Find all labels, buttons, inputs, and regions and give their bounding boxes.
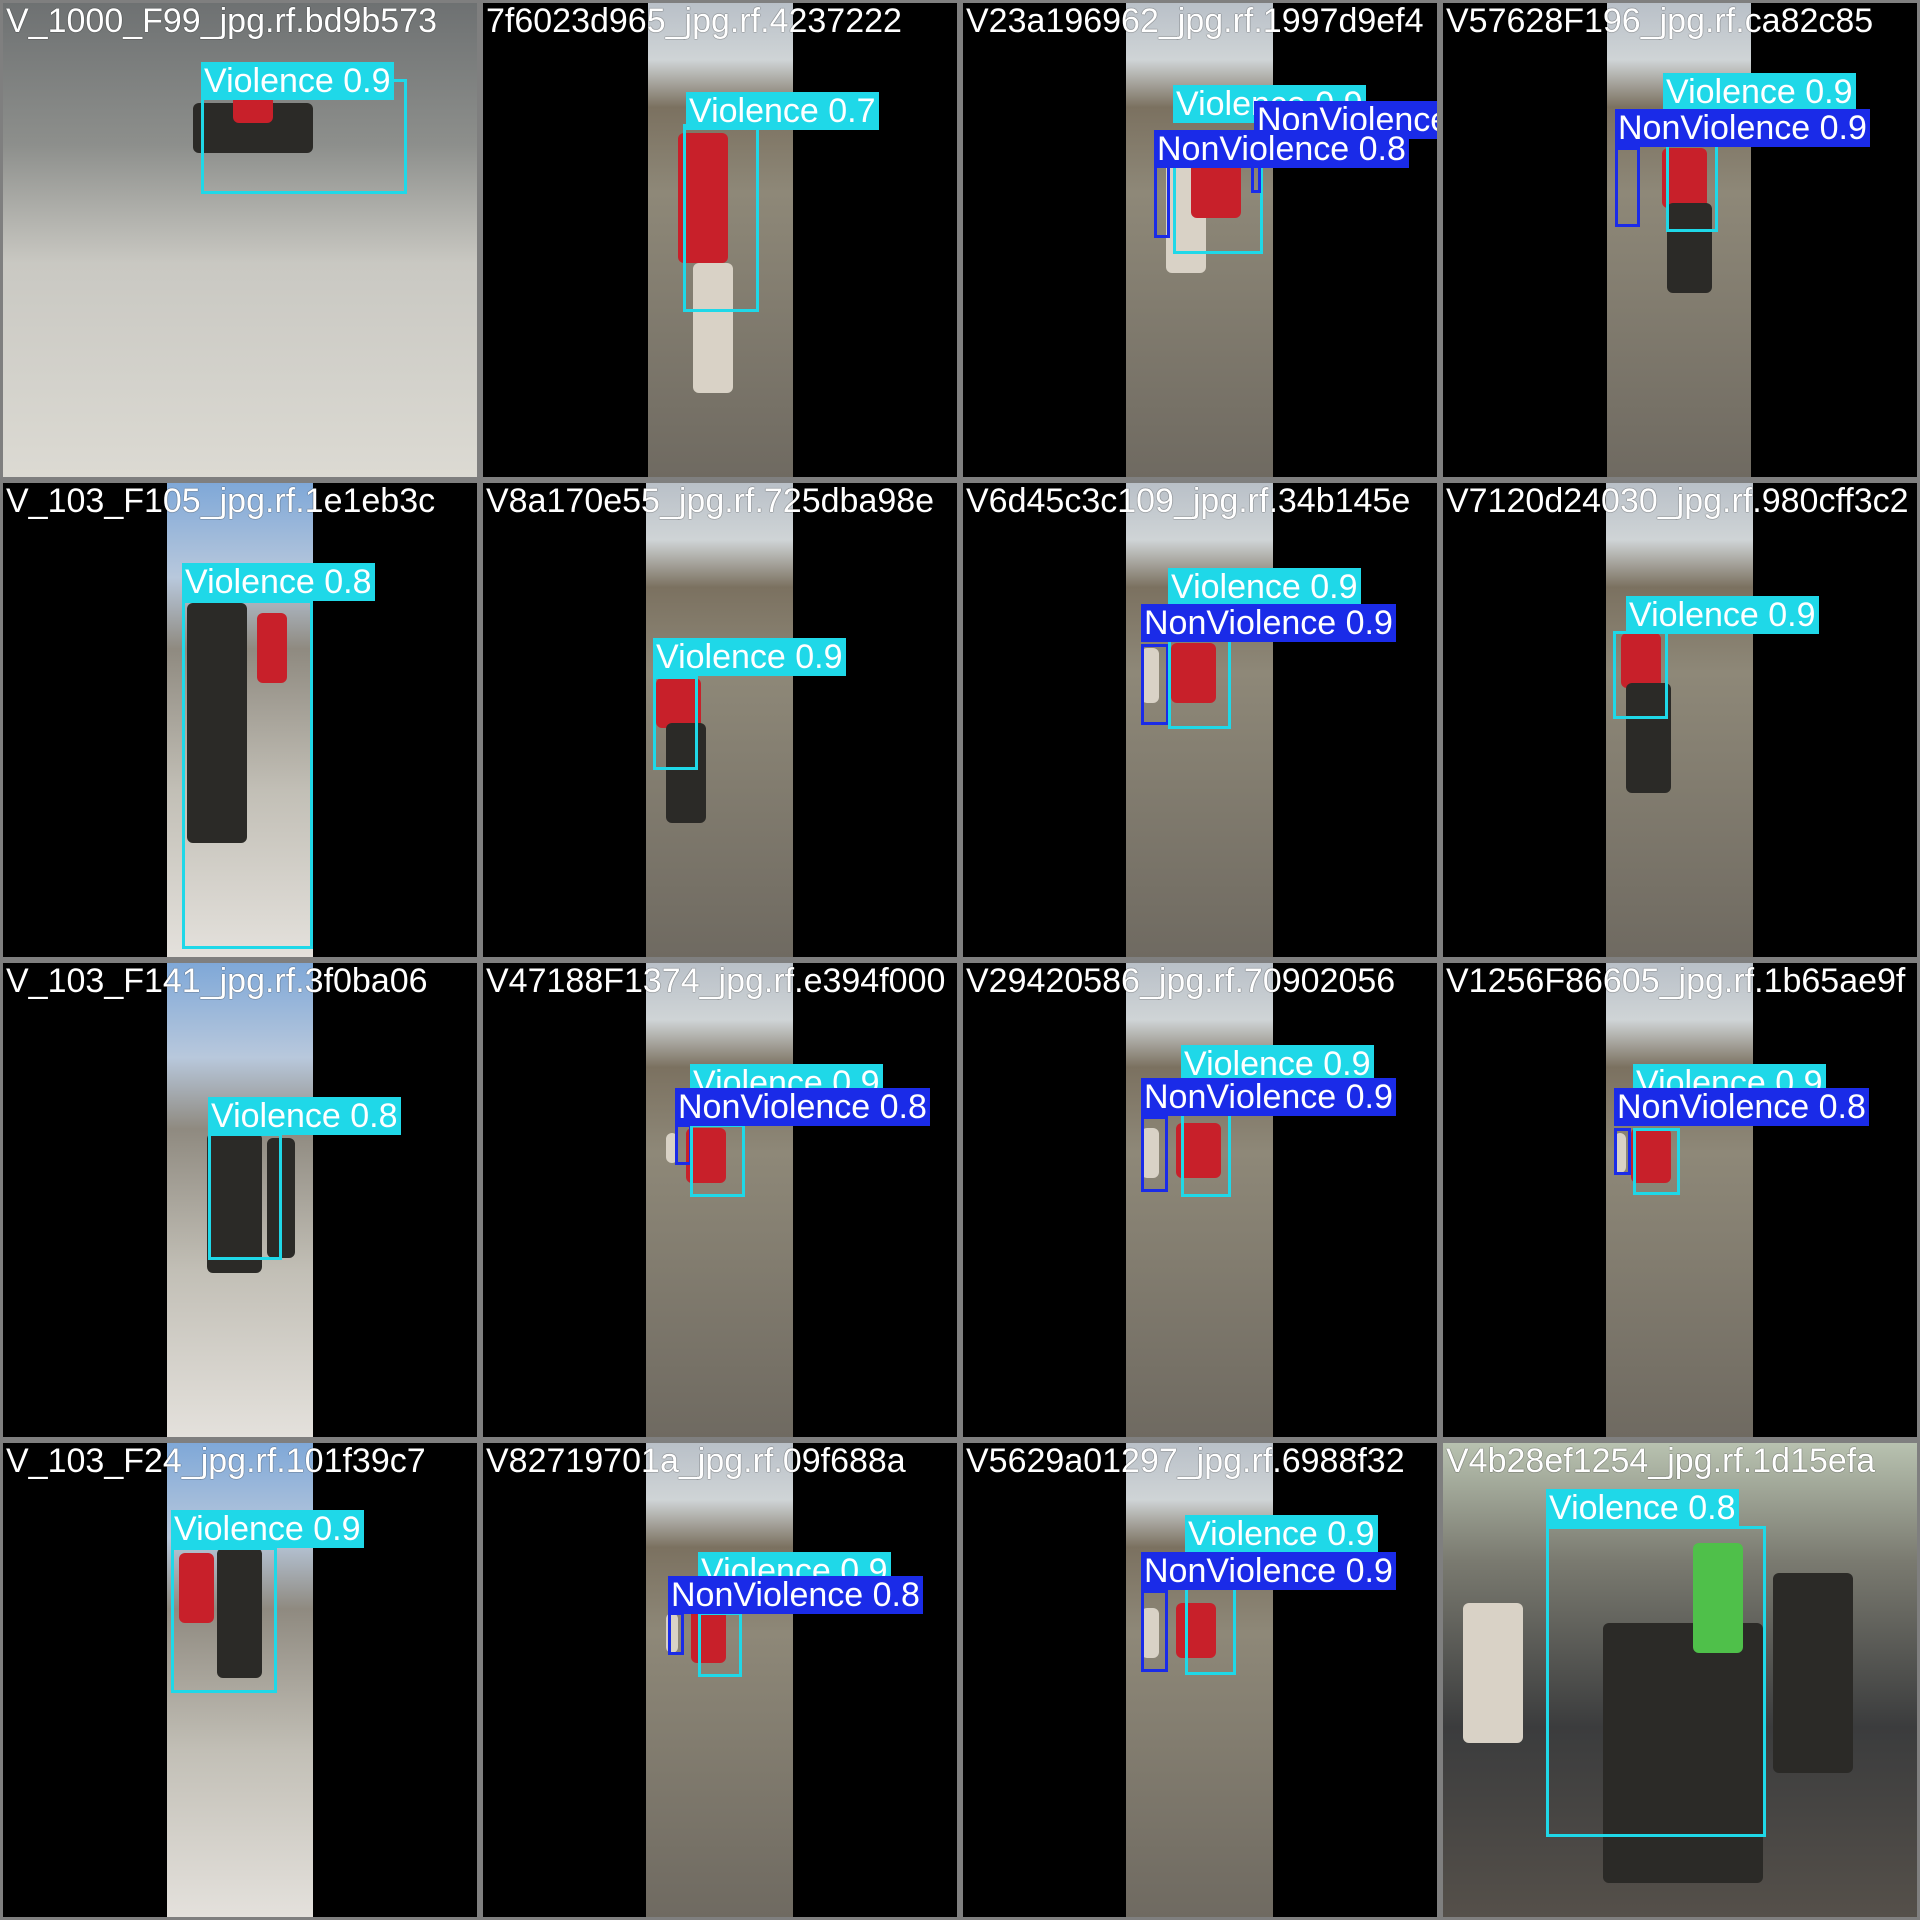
detection-box xyxy=(653,676,698,770)
image-caption: V_1000_F99_jpg.rf.bd9b573 xyxy=(6,2,438,40)
image-caption: V_103_F24_jpg.rf.101f39c7 xyxy=(6,1442,426,1480)
detection-label: NonViolence 0.9 xyxy=(1615,109,1870,147)
tile-8: Violence 0.9 V7120d24030_jpg.rf.980cff3c… xyxy=(1440,480,1920,960)
detection-label: Violence 0.9 xyxy=(1663,73,1856,111)
frame: Violence 0.9 NonViolence 0.9 xyxy=(963,963,1437,1437)
frame: Violence 0.8 xyxy=(3,483,477,957)
scene-photo xyxy=(1606,483,1753,957)
tile-1: Violence 0.9 V_1000_F99_jpg.rf.bd9b573 xyxy=(0,0,480,480)
detection-box xyxy=(698,1612,742,1677)
frame: Violence 0.8 xyxy=(3,963,477,1437)
frame: Violence 0.8 xyxy=(1443,1443,1917,1917)
frame: Violence 0.9 NonViolence 0.9 xyxy=(963,1443,1437,1917)
detection-box xyxy=(683,124,759,312)
detection-label: Violence 0.8 xyxy=(208,1097,401,1135)
frame: Violence 0.9 xyxy=(483,483,957,957)
detection-box xyxy=(1185,1586,1236,1675)
image-caption: V8a170e55_jpg.rf.725dba98e xyxy=(486,482,935,520)
detection-box xyxy=(1666,139,1718,232)
tile-13: Violence 0.9 V_103_F24_jpg.rf.101f39c7 xyxy=(0,1440,480,1920)
detection-box xyxy=(1546,1526,1766,1837)
frame: Violence 0.9 NonViolence 0.8 xyxy=(1443,963,1917,1437)
tile-15: Violence 0.9 NonViolence 0.9 V5629a01297… xyxy=(960,1440,1440,1920)
detection-label: Violence 0.7 xyxy=(686,92,879,130)
detection-grid: Violence 0.9 V_1000_F99_jpg.rf.bd9b573 V… xyxy=(0,0,1920,1920)
tile-3: Violence 0.9 NonViolence 0.7 NonViolence… xyxy=(960,0,1440,480)
tile-4: Violence 0.9 NonViolence 0.9 V57628F196_… xyxy=(1440,0,1920,480)
detection-label: NonViolence 0.9 xyxy=(1141,1078,1396,1116)
detection-box xyxy=(668,1612,684,1655)
detection-label: NonViolence 0.8 xyxy=(668,1576,923,1614)
image-caption: 7f6023d965_jpg.rf.4237222 xyxy=(486,2,902,40)
tile-5: Violence 0.8 V_103_F105_jpg.rf.1e1eb3c xyxy=(0,480,480,960)
detection-label: NonViolence 0.8 xyxy=(675,1088,930,1126)
detection-box xyxy=(1615,147,1640,227)
detection-box xyxy=(208,1133,282,1260)
detection-label: Violence 0.9 xyxy=(653,638,846,676)
detection-box xyxy=(1141,644,1169,725)
detection-box xyxy=(1633,1128,1680,1195)
detection-label: NonViolence 0.9 xyxy=(1141,1552,1396,1590)
frame: Violence 0.7 xyxy=(483,3,957,477)
frame: Violence 0.9 xyxy=(1443,483,1917,957)
image-caption: V29420586_jpg.rf.70902056 xyxy=(966,962,1396,1000)
detection-box xyxy=(182,600,313,949)
detection-label: NonViolence 0.8 xyxy=(1154,130,1409,168)
scene-photo xyxy=(1126,963,1273,1437)
scene-photo xyxy=(646,1443,793,1917)
detection-box xyxy=(171,1547,277,1693)
tile-12: Violence 0.9 NonViolence 0.8 V1256F86605… xyxy=(1440,960,1920,1440)
tile-11: Violence 0.9 NonViolence 0.9 V29420586_j… xyxy=(960,960,1440,1440)
detection-box xyxy=(1141,1590,1168,1672)
frame: Violence 0.9 NonViolence 0.8 xyxy=(483,1443,957,1917)
image-caption: V_103_F105_jpg.rf.1e1eb3c xyxy=(6,482,436,520)
image-caption: V6d45c3c109_jpg.rf.34b145e xyxy=(966,482,1411,520)
detection-label: Violence 0.9 xyxy=(1626,596,1819,634)
detection-label: NonViolence 0.9 xyxy=(1141,604,1396,642)
detection-box xyxy=(1613,631,1668,719)
tile-9: Violence 0.8 V_103_F141_jpg.rf.3f0ba06 xyxy=(0,960,480,1440)
scene-photo xyxy=(1606,963,1753,1437)
frame: Violence 0.9 xyxy=(3,3,477,477)
detection-label: Violence 0.9 xyxy=(201,62,394,100)
frame: Violence 0.9 xyxy=(3,1443,477,1917)
detection-label: Violence 0.8 xyxy=(1546,1489,1739,1527)
image-caption: V4b28ef1254_jpg.rf.1d15efa xyxy=(1446,1442,1876,1480)
frame: Violence 0.9 NonViolence 0.9 xyxy=(1443,3,1917,477)
image-caption: V_103_F141_jpg.rf.3f0ba06 xyxy=(6,962,428,1000)
image-caption: V57628F196_jpg.rf.ca82c85 xyxy=(1446,2,1874,40)
detection-box xyxy=(1614,1128,1631,1175)
image-caption: V5629a01297_jpg.rf.6988f32 xyxy=(966,1442,1405,1480)
frame: Violence 0.9 NonViolence 0.7 NonViolence… xyxy=(963,3,1437,477)
detection-box xyxy=(1154,156,1170,238)
image-caption: V23a196962_jpg.rf.1997d9ef4 xyxy=(966,2,1424,40)
image-caption: V1256F86605_jpg.rf.1b65ae9f xyxy=(1446,962,1906,1000)
frame: Violence 0.9 NonViolence 0.8 xyxy=(483,963,957,1437)
tile-7: Violence 0.9 NonViolence 0.9 V6d45c3c109… xyxy=(960,480,1440,960)
image-caption: V82719701a_jpg.rf.09f688a xyxy=(486,1442,906,1480)
detection-label: Violence 0.9 xyxy=(171,1510,364,1548)
tile-10: Violence 0.9 NonViolence 0.8 V47188F1374… xyxy=(480,960,960,1440)
image-caption: V7120d24030_jpg.rf.980cff3c2 xyxy=(1446,482,1909,520)
detection-box xyxy=(1173,156,1263,254)
frame: Violence 0.9 NonViolence 0.9 xyxy=(963,483,1437,957)
detection-box xyxy=(690,1124,745,1197)
detection-label: Violence 0.9 xyxy=(1168,568,1361,606)
image-caption: V47188F1374_jpg.rf.e394f000 xyxy=(486,962,946,1000)
detection-label: Violence 0.8 xyxy=(182,563,375,601)
tile-6: Violence 0.9 V8a170e55_jpg.rf.725dba98e xyxy=(480,480,960,960)
tile-14: Violence 0.9 NonViolence 0.8 V82719701a_… xyxy=(480,1440,960,1920)
detection-label: NonViolence 0.8 xyxy=(1614,1088,1869,1126)
tile-2: Violence 0.7 7f6023d965_jpg.rf.4237222 xyxy=(480,0,960,480)
detection-label: Violence 0.9 xyxy=(1185,1515,1378,1553)
detection-box xyxy=(1141,1116,1168,1192)
tile-16: Violence 0.8 V4b28ef1254_jpg.rf.1d15efa xyxy=(1440,1440,1920,1920)
scene-photo xyxy=(646,963,793,1437)
